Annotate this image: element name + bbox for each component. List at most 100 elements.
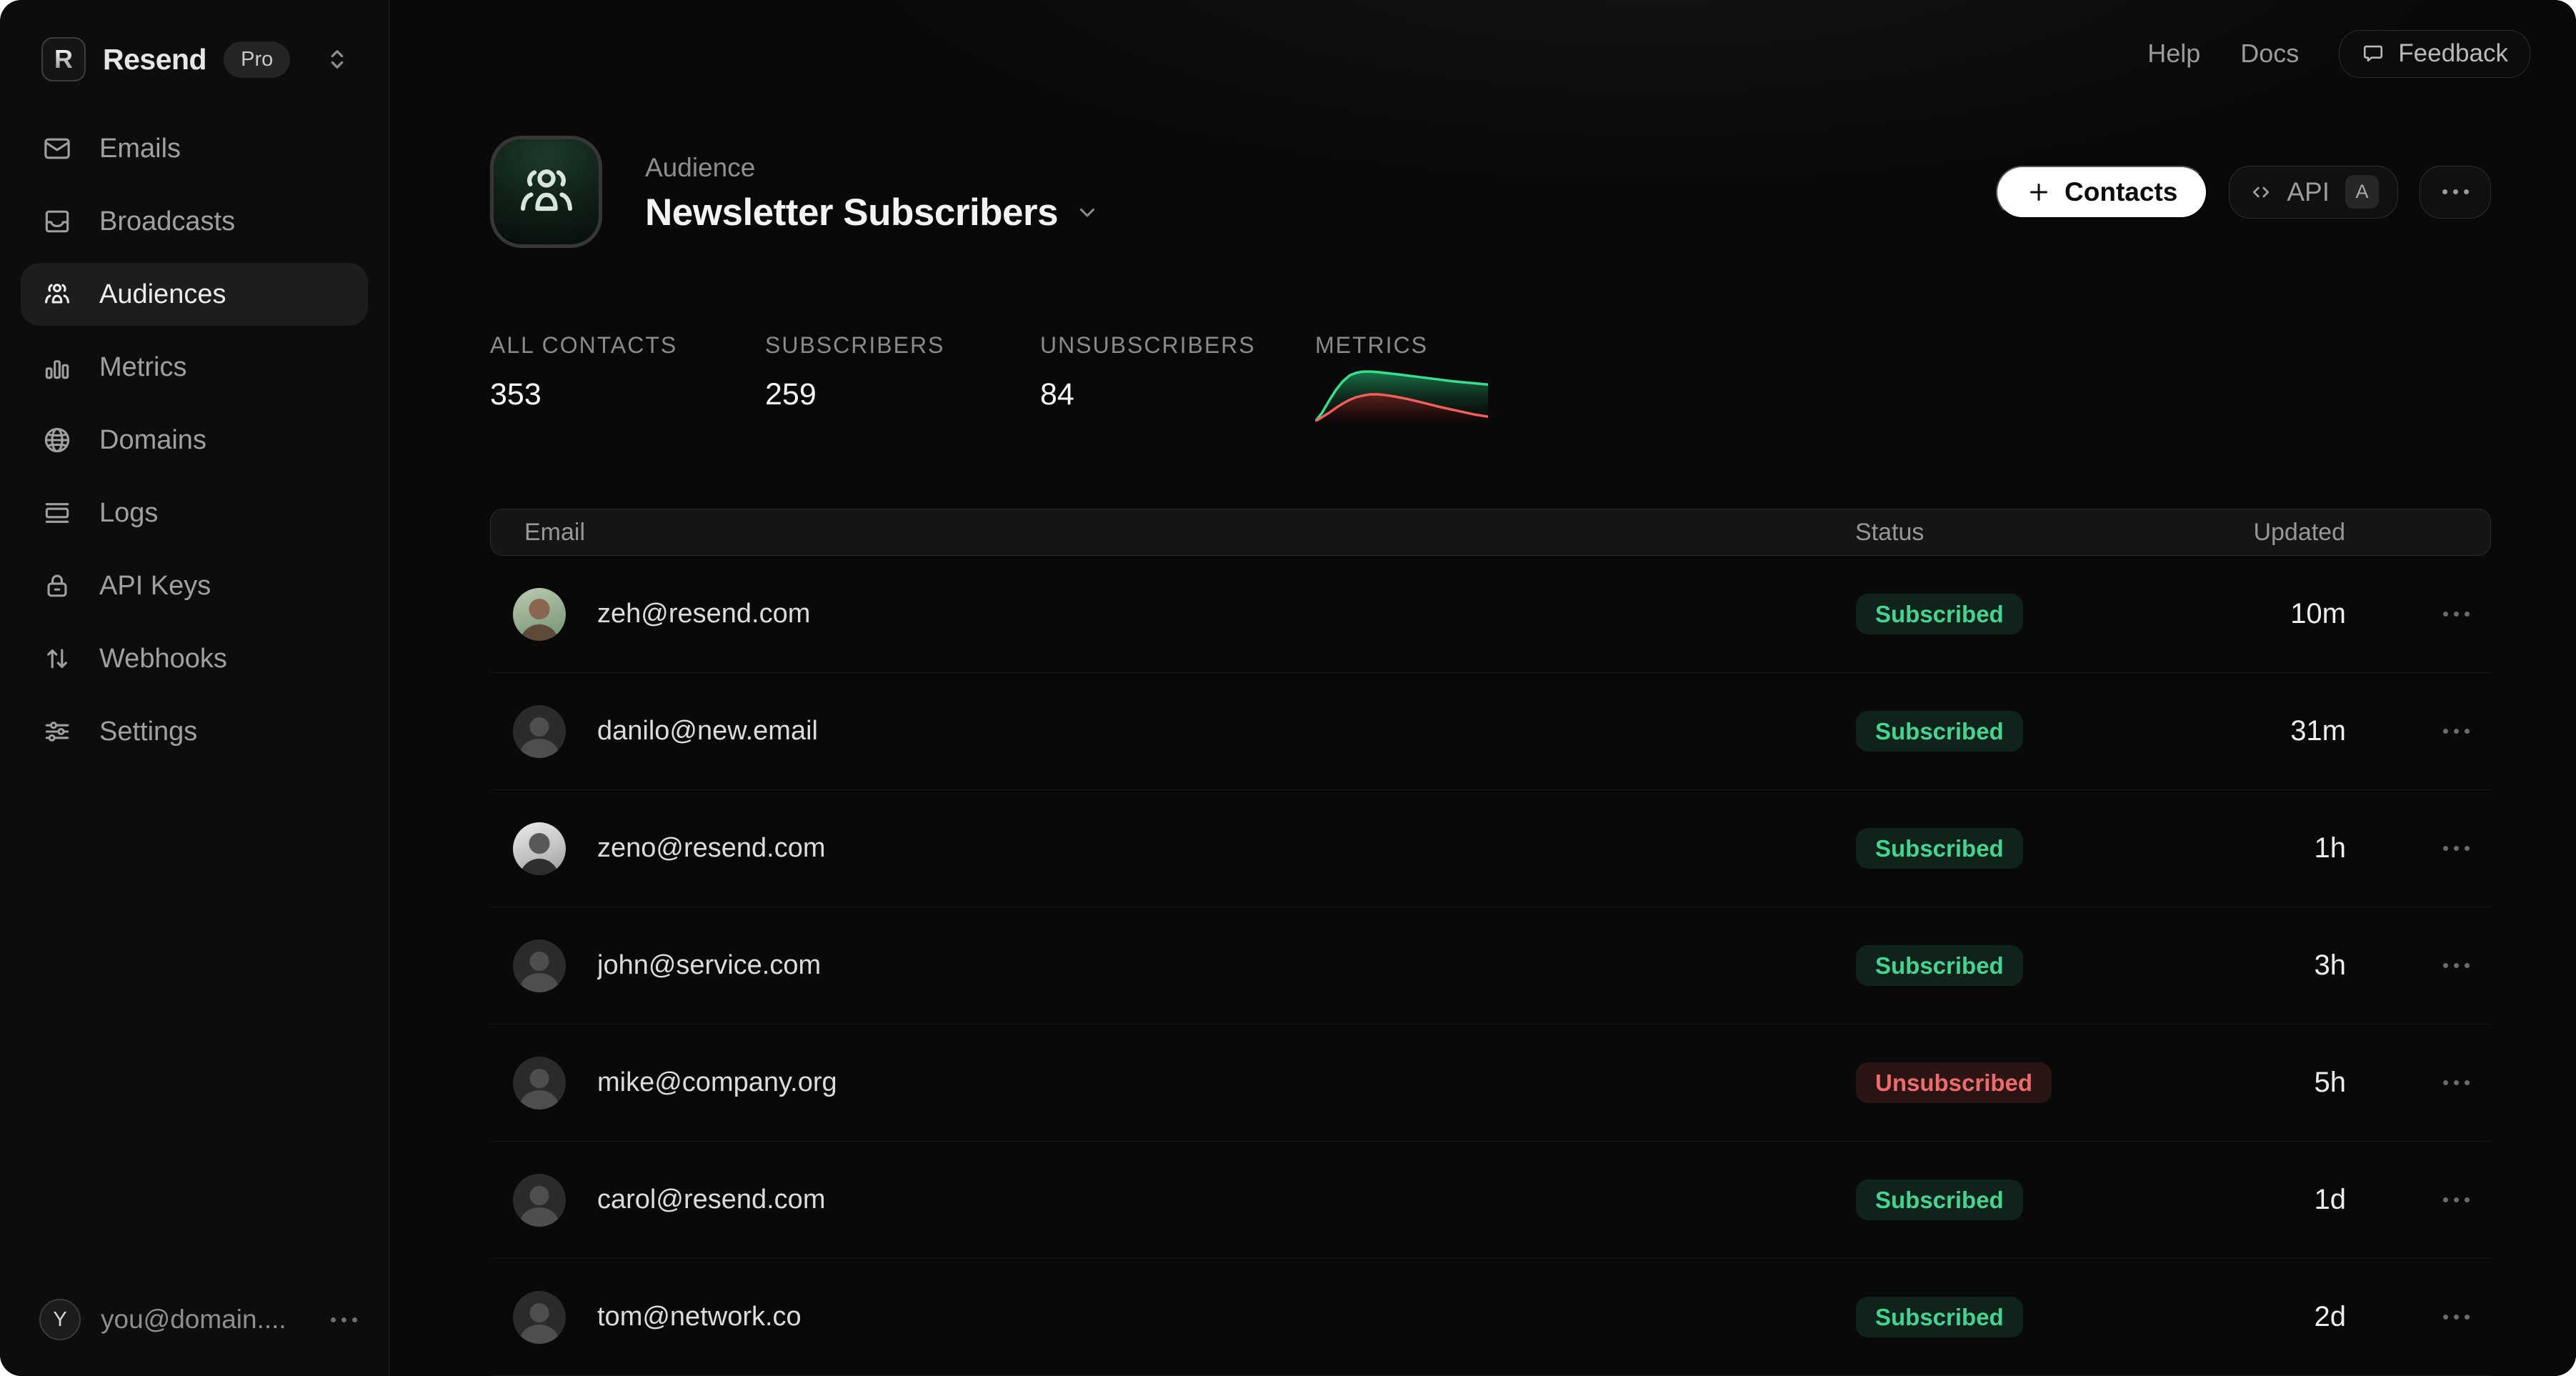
contacts-table: Email Status Updated zeh@resend.comSubsc… <box>490 509 2491 1376</box>
sidebar-item-broadcasts[interactable]: Broadcasts <box>21 190 368 253</box>
sidebar-item-label: Webhooks <box>99 644 227 674</box>
docs-link[interactable]: Docs <box>2240 39 2299 69</box>
code-icon <box>2248 179 2274 205</box>
sidebar-item-label: Broadcasts <box>99 206 235 237</box>
resend-logo: R <box>41 37 86 81</box>
table-row[interactable]: mike@company.org Unsubscribed 5h <box>490 1024 2491 1142</box>
status-badge: Unsubscribed <box>1856 1062 2052 1103</box>
audience-icon-tile <box>490 136 602 248</box>
sidebar-item-label: Logs <box>99 498 158 529</box>
chat-bubble-icon <box>2361 41 2385 66</box>
sidebar-item-label: Emails <box>99 134 181 164</box>
sliders-icon <box>41 716 73 747</box>
table-row[interactable]: zeh@resend.comSubscribed10m <box>490 556 2491 673</box>
stat-label: METRICS <box>1315 332 1590 359</box>
keyboard-shortcut-badge: A <box>2345 175 2379 209</box>
avatar: Y <box>39 1299 81 1340</box>
row-menu-icon[interactable] <box>2443 1080 2470 1085</box>
sidebar-item-label: Domains <box>99 425 206 456</box>
column-updated: Updated <box>2131 519 2345 547</box>
contact-email: carol@resend.com <box>597 1185 825 1215</box>
table-row[interactable]: zeno@resend.comSubscribed1h <box>490 790 2491 907</box>
title-block: Audience Newsletter Subscribers <box>645 153 1099 231</box>
updated-time: 3h <box>2132 949 2346 982</box>
contact-email: mike@company.org <box>597 1067 837 1098</box>
sidebar-nav: Emails Broadcasts Audiences Metrics Domains L… <box>0 117 389 763</box>
stat-unsubscribers: UNSUBSCRIBERS 84 <box>1040 332 1315 422</box>
add-contacts-button[interactable]: Contacts <box>1996 166 2207 219</box>
globe-icon <box>41 424 73 456</box>
bar-chart-icon <box>41 352 73 383</box>
updated-time: 10m <box>2132 598 2346 630</box>
avatar-placeholder <box>513 939 566 992</box>
feedback-button[interactable]: Feedback <box>2339 30 2530 78</box>
sidebar-item-emails[interactable]: Emails <box>21 117 368 180</box>
updated-time: 5h <box>2132 1067 2346 1099</box>
envelope-icon <box>41 133 73 164</box>
more-options-button[interactable] <box>2420 166 2491 219</box>
table-row[interactable]: carol@resend.com Subscribed 1d <box>490 1142 2491 1259</box>
api-button[interactable]: API A <box>2229 166 2398 219</box>
stat-metrics: METRICS <box>1315 332 1590 422</box>
row-menu-icon[interactable] <box>2443 846 2470 851</box>
avatar-placeholder <box>513 1174 566 1227</box>
rows-icon <box>41 497 73 529</box>
stat-label: SUBSCRIBERS <box>765 332 1040 359</box>
sidebar-item-label: Settings <box>99 717 197 747</box>
chevron-down-icon[interactable] <box>1075 200 1099 224</box>
sidebar-item-label: API Keys <box>99 571 211 602</box>
contact-email: tom@network.co <box>597 1302 802 1332</box>
row-menu-icon[interactable] <box>2443 1315 2470 1320</box>
header-actions: Contacts API A <box>1996 166 2491 219</box>
content: Audience Newsletter Subscribers Contacts <box>389 107 2576 1376</box>
contact-email: zeno@resend.com <box>597 833 826 864</box>
ellipsis-icon[interactable] <box>331 1317 357 1322</box>
avatar-photo <box>513 822 566 875</box>
sidebar: R Resend Pro Emails Broadcasts Audiences Me… <box>0 0 389 1376</box>
main-area: Help Docs Feedback <box>389 0 2576 1376</box>
status-badge: Subscribed <box>1856 828 2023 869</box>
stat-value: 84 <box>1040 377 1315 412</box>
user-menu[interactable]: Y you@domain.... <box>0 1290 389 1349</box>
stat-label: ALL CONTACTS <box>490 332 765 359</box>
sidebar-item-metrics[interactable]: Metrics <box>21 336 368 399</box>
sidebar-item-webhooks[interactable]: Webhooks <box>21 627 368 690</box>
status-badge: Subscribed <box>1856 1180 2023 1220</box>
help-link[interactable]: Help <box>2147 39 2200 69</box>
sidebar-item-domains[interactable]: Domains <box>21 409 368 472</box>
plan-badge: Pro <box>224 41 290 78</box>
sidebar-item-logs[interactable]: Logs <box>21 482 368 544</box>
app-window: R Resend Pro Emails Broadcasts Audiences Me… <box>0 0 2576 1376</box>
table-row[interactable]: john@service.comSubscribed3h <box>490 907 2491 1024</box>
stat-label: UNSUBSCRIBERS <box>1040 332 1315 359</box>
avatar-placeholder <box>513 1057 566 1110</box>
table-header: Email Status Updated <box>490 509 2491 556</box>
status-badge: Subscribed <box>1856 1297 2023 1337</box>
updated-time: 31m <box>2132 715 2346 747</box>
stat-subscribers: SUBSCRIBERS259 <box>765 332 1040 422</box>
row-menu-icon[interactable] <box>2443 729 2470 734</box>
workspace-switcher[interactable]: R Resend Pro <box>0 0 389 81</box>
page-title: Newsletter Subscribers <box>645 194 1058 231</box>
column-email: Email <box>524 519 1831 547</box>
sidebar-item-api-keys[interactable]: API Keys <box>21 554 368 617</box>
contact-email: john@service.com <box>597 950 821 981</box>
avatar-photo <box>513 588 566 641</box>
page-eyebrow: Audience <box>645 153 1099 183</box>
table-row[interactable]: tom@network.coSubscribed2d <box>490 1259 2491 1376</box>
metrics-sparkline <box>1315 367 1488 422</box>
brand-name: Resend <box>103 43 206 76</box>
row-menu-icon[interactable] <box>2443 1197 2470 1202</box>
stats-row: ALL CONTACTS353SUBSCRIBERS259UNSUBSCRIBE… <box>490 332 2491 422</box>
avatar-placeholder <box>513 705 566 758</box>
table-row[interactable]: danilo@new.emailSubscribed31m <box>490 673 2491 790</box>
users-icon <box>41 279 73 310</box>
updated-time: 1d <box>2132 1184 2346 1216</box>
sidebar-item-audiences[interactable]: Audiences <box>21 263 368 326</box>
plus-icon <box>2026 179 2052 205</box>
chevrons-up-down-icon[interactable] <box>321 44 353 75</box>
user-email: you@domain.... <box>101 1305 311 1335</box>
sidebar-item-settings[interactable]: Settings <box>21 700 368 763</box>
row-menu-icon[interactable] <box>2443 612 2470 617</box>
row-menu-icon[interactable] <box>2443 963 2470 968</box>
